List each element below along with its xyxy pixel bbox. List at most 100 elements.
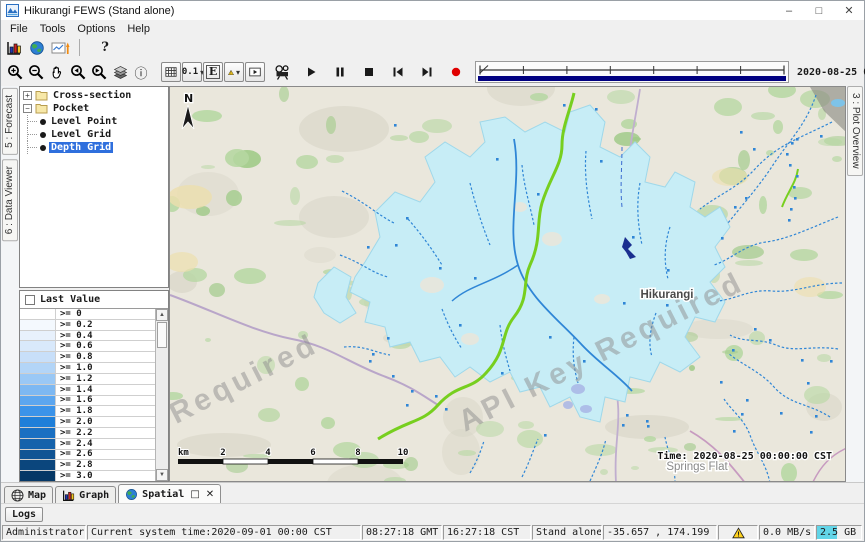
legend-row[interactable]: >= 2.6 (20, 450, 155, 461)
tree-guide (27, 141, 40, 154)
legend-title: Last Value (40, 294, 100, 305)
tree-node-cross-section[interactable]: + Cross-section (20, 89, 168, 102)
legend-row[interactable]: >= 0.2 (20, 320, 155, 331)
legend-row[interactable]: >= 1.2 (20, 374, 155, 385)
database-bars-icon[interactable] (4, 38, 24, 58)
close-icon[interactable]: ✕ (834, 1, 864, 20)
legend-label: >= 2.4 (56, 439, 93, 449)
map-svg[interactable]: API Key Required API Key Required Hikura… (170, 87, 846, 482)
tree-node-label[interactable]: Level Point (49, 116, 119, 127)
maximize-tab-icon[interactable]: □ (190, 489, 199, 500)
menu-help[interactable]: Help (121, 22, 156, 36)
tab-plot-overview[interactable]: 3 : Plot Overview (847, 86, 863, 176)
legend-row[interactable]: >= 2.2 (20, 428, 155, 439)
menu-options[interactable]: Options (71, 22, 121, 36)
logs-button[interactable]: Logs (5, 507, 43, 522)
tree-node-level-point[interactable]: Level Point (20, 115, 168, 128)
minimize-icon[interactable]: – (774, 1, 804, 20)
tab-forecast[interactable]: 5 : Forecast (2, 88, 18, 155)
globe-icon (125, 488, 138, 501)
tree-node-pocket[interactable]: − Pocket (20, 102, 168, 115)
help-button[interactable]: ? (95, 38, 115, 58)
tree-node-depth-grid[interactable]: Depth Grid (20, 141, 168, 154)
thresholds-dropdown[interactable]: ! ▾ (224, 62, 244, 82)
tree-node-label-selected[interactable]: Depth Grid (49, 142, 113, 153)
tree-node-label[interactable]: Level Grid (49, 129, 113, 140)
scroll-track[interactable] (156, 321, 168, 469)
tree-node-label[interactable]: Pocket (51, 103, 91, 114)
tree-node-label[interactable]: Cross-section (51, 90, 133, 101)
tab-map[interactable]: Map (4, 486, 53, 503)
current-time-label: 2020-08-25 00:00:00 CST (797, 67, 865, 78)
tab-spatial[interactable]: Spatial □ ✕ (118, 484, 221, 503)
map-time-label: Time: 2020-08-25 00:00:00 CST (657, 450, 832, 462)
animation-panel-button[interactable] (245, 62, 265, 82)
legend-row[interactable]: >= 0.4 (20, 331, 155, 342)
zoom-previous-icon[interactable] (68, 62, 88, 82)
scroll-thumb[interactable] (157, 322, 167, 348)
maximize-icon[interactable]: □ (804, 1, 834, 20)
stop-icon[interactable] (359, 62, 379, 82)
pause-icon[interactable] (330, 62, 350, 82)
legend-label: >= 0.8 (56, 352, 93, 362)
north-label: N (184, 92, 193, 105)
skip-to-start-icon[interactable] (388, 62, 408, 82)
legend-label: >= 1.2 (56, 374, 93, 384)
legend-swatch (20, 471, 56, 481)
contour-interval-dropdown[interactable]: 0.1 ▾ (182, 62, 202, 82)
legend-scrollbar[interactable]: ▲ ▼ (155, 309, 168, 481)
expand-icon[interactable]: + (23, 91, 32, 100)
scale-tick: 2 (220, 448, 225, 458)
pan-hand-icon[interactable] (47, 62, 67, 82)
legend-label: >= 0.4 (56, 331, 93, 341)
tab-graph[interactable]: Graph (55, 486, 116, 503)
status-gmt-time: 08:27:18 GMT (362, 525, 442, 540)
status-warning-cell[interactable]: ! (718, 525, 758, 540)
layers-icon[interactable] (110, 62, 130, 82)
legend-label: >= 0 (56, 309, 82, 319)
time-slider[interactable] (475, 61, 789, 83)
zoom-out-icon[interactable] (26, 62, 46, 82)
record-icon[interactable] (446, 62, 466, 82)
map-view[interactable]: API Key Required API Key Required Hikura… (169, 86, 846, 482)
play-icon[interactable] (301, 62, 321, 82)
info-icon[interactable]: ⓘ (131, 62, 151, 82)
legend-row[interactable]: >= 1.4 (20, 385, 155, 396)
tab-data-viewer[interactable]: 6 : Data Viewer (2, 159, 18, 241)
scroll-down-icon[interactable]: ▼ (156, 469, 168, 481)
close-tab-icon[interactable]: ✕ (206, 489, 214, 500)
legend-row[interactable]: >= 3.0 (20, 471, 155, 481)
legend-row[interactable]: >= 2.0 (20, 417, 155, 428)
bottom-tab-bar: Map Graph Spatial □ ✕ (1, 482, 864, 503)
legend-swatch (20, 406, 56, 416)
legend-row[interactable]: >= 0.8 (20, 352, 155, 363)
grid-display-button[interactable] (161, 62, 181, 82)
legend-row[interactable]: >= 1.8 (20, 406, 155, 417)
zoom-next-icon[interactable] (89, 62, 109, 82)
collapse-icon[interactable]: − (23, 104, 32, 113)
legend-row[interactable]: >= 1.6 (20, 396, 155, 407)
tab-spatial-label: Spatial (142, 489, 184, 500)
menu-file[interactable]: File (4, 22, 34, 36)
tree-node-level-grid[interactable]: Level Grid (20, 128, 168, 141)
legend-label: >= 1.0 (56, 363, 93, 373)
legend-header: Last Value (20, 291, 168, 309)
timeseries-chart-icon[interactable] (50, 38, 72, 58)
labels-toggle-button[interactable]: E (203, 62, 223, 82)
globe-map-icon[interactable] (27, 38, 47, 58)
movie-projector-icon[interactable] (272, 62, 292, 82)
warning-icon: ! (732, 527, 745, 539)
legend-row[interactable]: >= 2.4 (20, 439, 155, 450)
slider-thumb[interactable] (480, 66, 488, 74)
menu-tools[interactable]: Tools (34, 22, 72, 36)
main-area: 5 : Forecast 6 : Data Viewer + Cross-sec… (1, 86, 864, 482)
last-value-checkbox[interactable] (25, 295, 35, 305)
legend-row[interactable]: >= 0 (20, 309, 155, 320)
zoom-in-icon[interactable] (5, 62, 25, 82)
svg-text:!: ! (230, 71, 231, 75)
skip-to-end-icon[interactable] (417, 62, 437, 82)
legend-row[interactable]: >= 2.8 (20, 460, 155, 471)
scroll-up-icon[interactable]: ▲ (156, 309, 168, 321)
legend-row[interactable]: >= 1.0 (20, 363, 155, 374)
legend-row[interactable]: >= 0.6 (20, 341, 155, 352)
